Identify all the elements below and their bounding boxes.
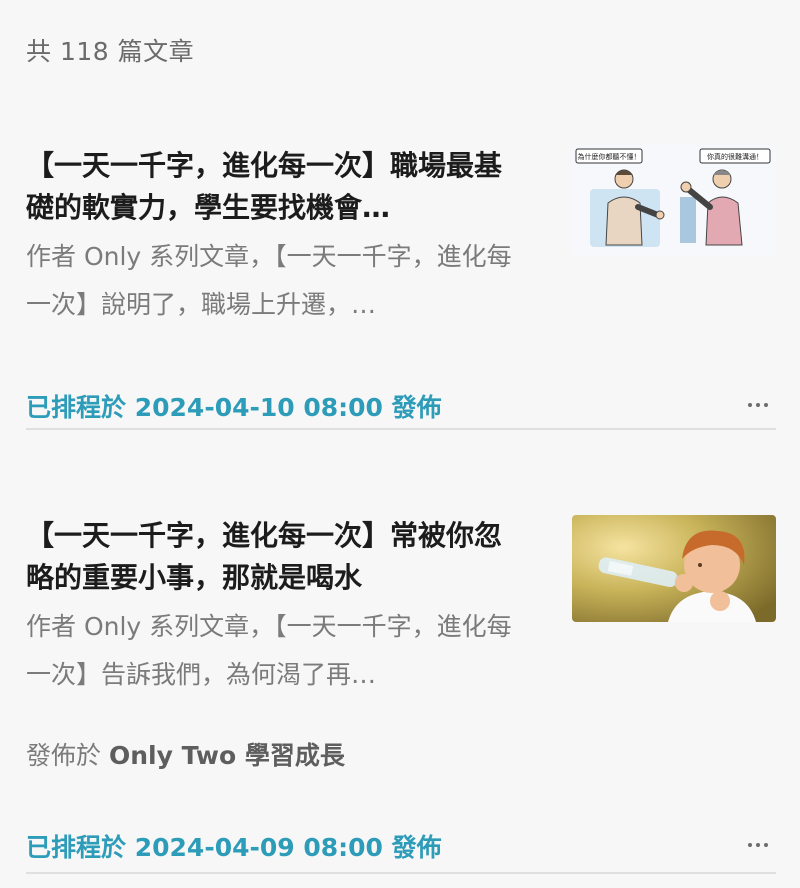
article-summary: 作者 Only 系列文章，【一天一千字，進化每一次】告訴我們，為何渴了再… — [26, 612, 512, 689]
scheduled-time: 2024-04-10 08:00 — [134, 393, 383, 422]
bubble-left-text: 為什麼你都聽不懂！ — [578, 152, 641, 161]
article-summary: 作者 Only 系列文章，【一天一千字，進化每一次】說明了，職場上升遷，… — [26, 242, 512, 319]
article-thumbnail[interactable]: 為什麼你都聽不懂！ 你真的很難溝通！ — [572, 145, 776, 255]
published-in: 發佈於 Only Two 學習成長 — [26, 736, 345, 772]
article-title[interactable]: 【一天一千字，進化每一次】常被你忽略的重要小事，那就是喝水 — [26, 515, 526, 599]
article-count: 共 118 篇文章 — [26, 37, 195, 66]
article-list-page: 共 118 篇文章 【一天一千字，進化每一次】職場最基礎的軟實力，學生要找機會…… — [0, 0, 800, 888]
more-options-icon[interactable] — [748, 400, 770, 410]
article-title[interactable]: 【一天一千字，進化每一次】職場最基礎的軟實力，學生要找機會… — [26, 145, 526, 229]
bubble-right-text: 你真的很難溝通！ — [707, 152, 763, 161]
scheduled-suffix: 發佈 — [391, 393, 442, 422]
divider — [26, 872, 776, 874]
more-options-icon[interactable] — [748, 840, 770, 850]
publication-name[interactable]: Only Two 學習成長 — [109, 741, 345, 770]
published-prefix: 發佈於 — [26, 741, 102, 770]
scheduled-status: 已排程於 2024-04-10 08:00 發佈 — [26, 388, 442, 424]
scheduled-prefix: 已排程於 — [26, 393, 127, 422]
divider — [26, 428, 776, 430]
scheduled-suffix: 發佈 — [391, 833, 442, 862]
article-text: 【一天一千字，進化每一次】職場最基礎的軟實力，學生要找機會… 作者 Only 系… — [26, 145, 526, 329]
article-thumbnail[interactable] — [572, 515, 776, 622]
scheduled-time: 2024-04-09 08:00 — [134, 833, 383, 862]
scheduled-prefix: 已排程於 — [26, 833, 127, 862]
article-item[interactable]: 【一天一千字，進化每一次】職場最基礎的軟實力，學生要找機會… 作者 Only 系… — [26, 145, 776, 319]
article-item[interactable]: 【一天一千字，進化每一次】常被你忽略的重要小事，那就是喝水 作者 Only 系列… — [26, 515, 776, 689]
article-text: 【一天一千字，進化每一次】常被你忽略的重要小事，那就是喝水 作者 Only 系列… — [26, 515, 526, 699]
scheduled-status: 已排程於 2024-04-09 08:00 發佈 — [26, 828, 442, 864]
